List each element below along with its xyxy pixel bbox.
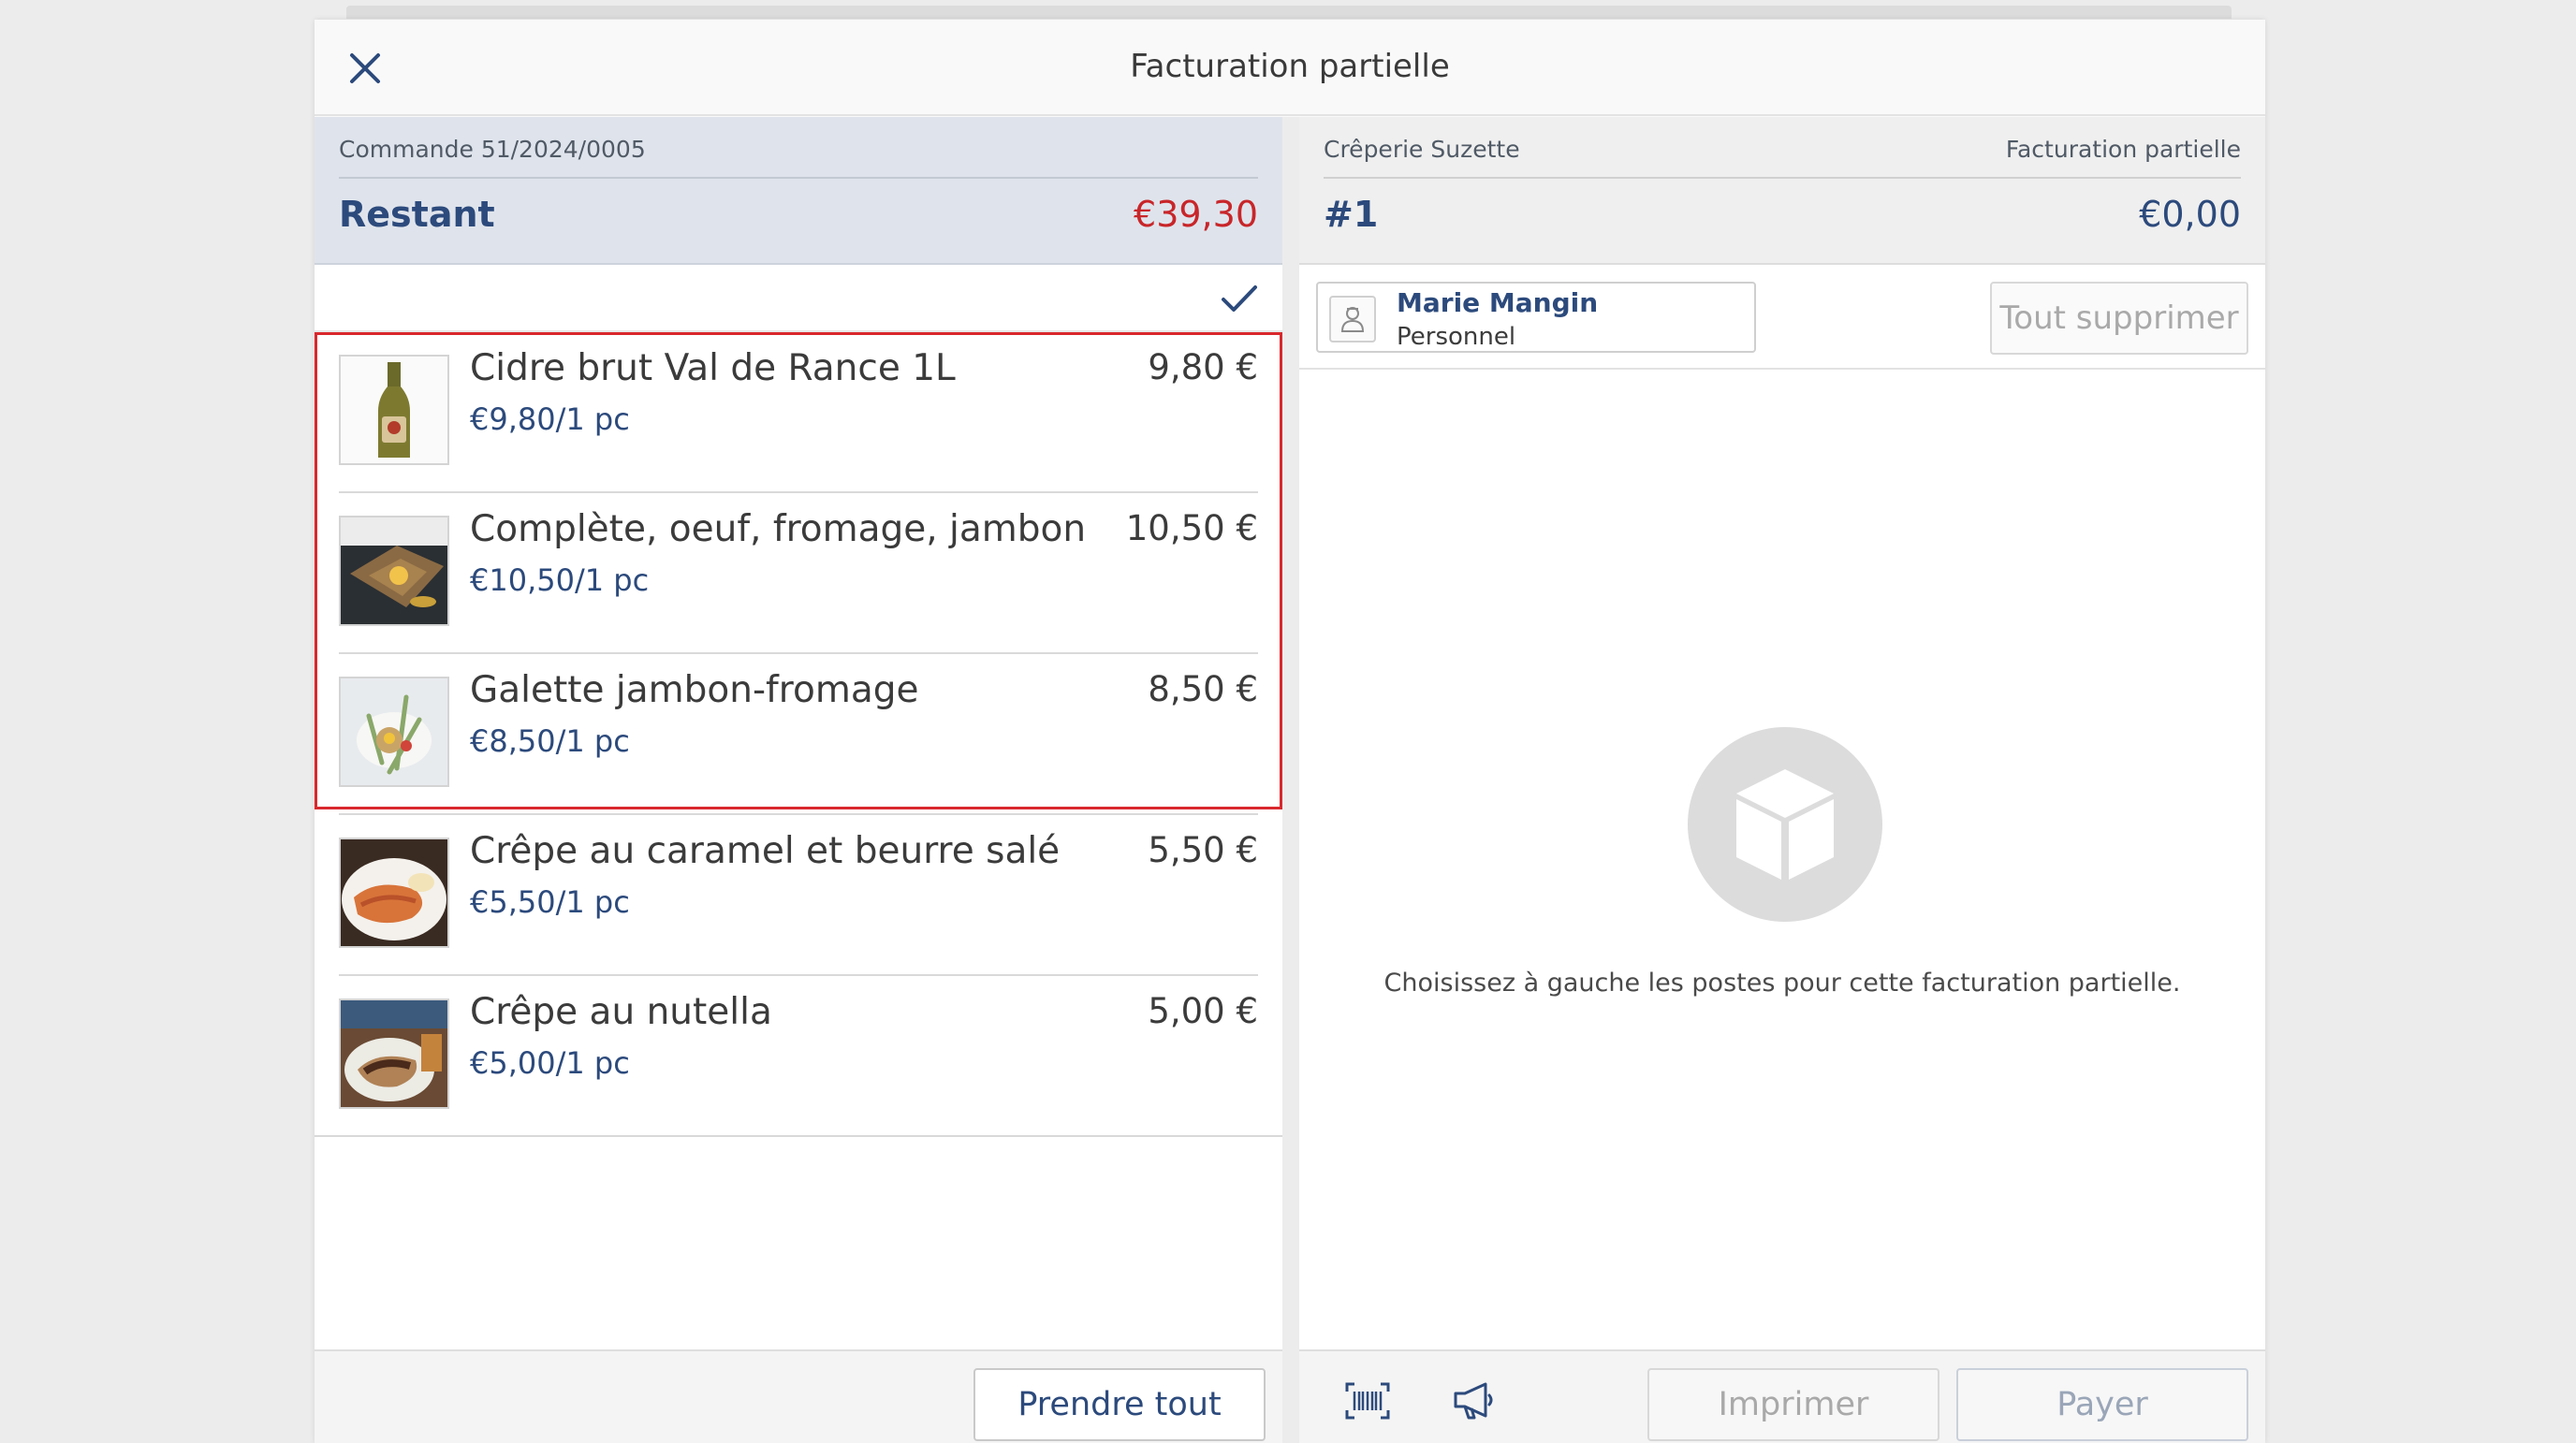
staff-name: Marie Mangin: [1397, 287, 1599, 318]
item-name: Crêpe au caramel et beurre salé: [470, 830, 1061, 872]
partial-billing-modal: Facturation partielle Commande 51/2024/0…: [315, 20, 2265, 1443]
item-name: Complète, oeuf, fromage, jambon: [470, 508, 1087, 550]
modal-header: Facturation partielle: [315, 20, 2265, 116]
select-all-button[interactable]: [1217, 276, 1262, 321]
order-reference: Commande 51/2024/0005: [339, 136, 646, 163]
megaphone-icon: [1454, 1382, 1493, 1420]
order-panel-footer: Prendre tout: [315, 1349, 1282, 1443]
avatar: [1329, 296, 1376, 343]
staff-person-icon: [1340, 307, 1365, 332]
staff-row: Marie Mangin Personnel Tout supprimer: [1299, 265, 2265, 370]
background-sheet: [346, 6, 2232, 19]
barcode-icon: [1345, 1382, 1390, 1420]
empty-state-message: Choisissez à gauche les postes pour cett…: [1383, 969, 2181, 998]
bill-panel-footer: Imprimer Payer: [1299, 1349, 2265, 1443]
empty-state: Choisissez à gauche les postes pour cett…: [1299, 370, 2265, 1349]
box-icon: [1736, 769, 1834, 880]
remaining-label: Restant: [339, 194, 495, 235]
item-name: Galette jambon-fromage: [470, 669, 919, 711]
nutella-crepe-photo: [339, 998, 449, 1109]
item-name: Cidre brut Val de Rance 1L: [470, 347, 956, 389]
checkmark-icon: [1222, 285, 1257, 312]
empty-box-illustration: [1688, 727, 1882, 922]
item-price: 8,50 €: [1148, 669, 1258, 709]
galette-photo: [339, 516, 449, 626]
divider: [339, 177, 1258, 179]
item-price: 5,00 €: [1148, 991, 1258, 1031]
item-unit-price: €10,50/1 pc: [470, 562, 650, 598]
delete-all-button[interactable]: Tout supprimer: [1990, 282, 2248, 355]
bill-summary: Crêperie Suzette Facturation partielle #…: [1299, 117, 2265, 265]
shop-name: Crêperie Suzette: [1324, 136, 1520, 163]
staff-selector[interactable]: Marie Mangin Personnel: [1316, 282, 1756, 353]
pay-button[interactable]: Payer: [1956, 1368, 2248, 1441]
panel-separator: [1282, 117, 1299, 1443]
list-item[interactable]: Complète, oeuf, fromage, jambon €10,50/1…: [315, 493, 1282, 654]
item-unit-price: €5,50/1 pc: [470, 884, 630, 920]
list-item[interactable]: Galette jambon-fromage €8,50/1 pc 8,50 €: [315, 654, 1282, 815]
bill-total: €0,00: [2139, 194, 2241, 235]
galette-plate-photo: [339, 677, 449, 787]
order-panel: Commande 51/2024/0005 Restant €39,30 Cid…: [315, 117, 1282, 1443]
print-button[interactable]: Imprimer: [1647, 1368, 1939, 1441]
list-item[interactable]: Cidre brut Val de Rance 1L €9,80/1 pc 9,…: [315, 332, 1282, 493]
item-name: Crêpe au nutella: [470, 991, 772, 1033]
caramel-crepe-photo: [339, 838, 449, 948]
modal-title: Facturation partielle: [1130, 48, 1450, 85]
announce-button[interactable]: [1438, 1368, 1511, 1434]
cider-bottle-photo: [339, 355, 449, 465]
select-all-row: [315, 265, 1282, 332]
billing-type: Facturation partielle: [2005, 136, 2241, 163]
list-item[interactable]: Crêpe au nutella €5,00/1 pc 5,00 €: [315, 976, 1282, 1137]
item-price: 9,80 €: [1148, 347, 1258, 387]
barcode-scan-button[interactable]: [1331, 1368, 1404, 1434]
take-all-button[interactable]: Prendre tout: [973, 1368, 1266, 1441]
bill-number: #1: [1324, 194, 1379, 235]
remaining-amount: €39,30: [1134, 194, 1258, 235]
item-unit-price: €9,80/1 pc: [470, 401, 630, 437]
divider: [315, 1135, 1282, 1137]
list-item[interactable]: Crêpe au caramel et beurre salé €5,50/1 …: [315, 815, 1282, 976]
item-unit-price: €8,50/1 pc: [470, 723, 630, 759]
divider: [1324, 177, 2241, 179]
item-price: 5,50 €: [1148, 830, 1258, 870]
order-items-list: Cidre brut Val de Rance 1L €9,80/1 pc 9,…: [315, 332, 1282, 1137]
item-price: 10,50 €: [1125, 508, 1258, 548]
item-unit-price: €5,00/1 pc: [470, 1045, 630, 1081]
staff-role: Personnel: [1397, 323, 1516, 351]
partial-bill-panel: Crêperie Suzette Facturation partielle #…: [1299, 117, 2265, 1443]
order-summary: Commande 51/2024/0005 Restant €39,30: [315, 117, 1282, 265]
